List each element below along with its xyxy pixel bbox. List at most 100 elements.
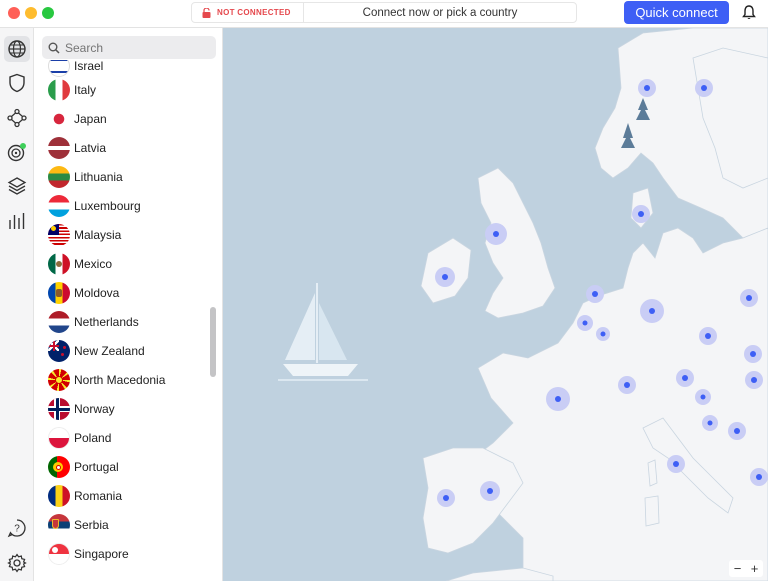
- country-row-latvia[interactable]: Latvia: [48, 134, 106, 162]
- country-row-serbia[interactable]: Serbia: [48, 511, 109, 539]
- country-name: Serbia: [74, 518, 109, 532]
- flag-portugal-icon: [48, 456, 70, 478]
- marker-croatia: [702, 415, 718, 431]
- flag-new-zealand-icon: [48, 340, 70, 362]
- marker-czech: [699, 327, 717, 345]
- marker-france: [546, 387, 570, 411]
- nav-split-tunneling[interactable]: [4, 173, 30, 199]
- marker-sweden: [695, 79, 713, 97]
- marker-germany: [640, 299, 664, 323]
- marker-austria: [676, 369, 694, 387]
- country-row-new-zealand[interactable]: New Zealand: [48, 337, 145, 365]
- country-row-poland[interactable]: Poland: [48, 424, 111, 452]
- nav-threat-protection[interactable]: [4, 70, 30, 96]
- marker-poland: [740, 289, 758, 307]
- country-list-panel: Israel Italy Japan Latvia Lithuania Luxe…: [34, 28, 223, 581]
- close-window-button[interactable]: [8, 7, 20, 19]
- marker-switzerland: [618, 376, 636, 394]
- globe-icon: [8, 40, 26, 58]
- country-name: Norway: [74, 402, 115, 416]
- country-name: Mexico: [74, 257, 113, 271]
- unlocked-icon: [202, 7, 211, 18]
- nav-statistics[interactable]: [4, 208, 30, 234]
- country-name: New Zealand: [74, 344, 145, 358]
- nav-countries[interactable]: [4, 36, 30, 62]
- country-row-mexico[interactable]: Mexico: [48, 250, 112, 278]
- settings-icon: [7, 553, 27, 573]
- country-row-north-macedonia[interactable]: North Macedonia: [48, 366, 165, 394]
- list-scrollbar[interactable]: [210, 307, 216, 377]
- layers-icon: [7, 177, 27, 195]
- stats-icon: [9, 213, 25, 229]
- flag-singapore-icon: [48, 543, 70, 565]
- country-name: Latvia: [74, 141, 107, 155]
- flag-norway-icon: [48, 398, 70, 420]
- marker-luxembourg: [596, 327, 610, 341]
- flag-luxembourg-icon: [48, 195, 70, 217]
- help-icon: ?: [7, 519, 26, 538]
- flag-japan-icon: [48, 108, 70, 130]
- nav-help[interactable]: ?: [4, 515, 30, 541]
- country-row-norway[interactable]: Norway: [48, 395, 115, 423]
- country-row-romania[interactable]: Romania: [48, 482, 122, 510]
- flag-north-macedonia-icon: [48, 369, 70, 391]
- nav-meshnet[interactable]: [4, 105, 30, 131]
- nav-rail: ?: [0, 28, 34, 581]
- shield-icon: [9, 73, 25, 93]
- country-name: Portugal: [74, 460, 119, 474]
- country-name: Malaysia: [74, 228, 122, 242]
- zoom-in-button[interactable]: +: [751, 561, 759, 576]
- flag-mexico-icon: [48, 253, 70, 275]
- zoom-out-button[interactable]: −: [734, 561, 742, 576]
- target-icon: [7, 143, 26, 162]
- flag-malaysia-icon: [48, 224, 70, 246]
- nav-dark-web-monitor[interactable]: [4, 139, 30, 165]
- flag-poland-icon: [48, 427, 70, 449]
- connection-status-bar[interactable]: NOT CONNECTED Connect now or pick a coun…: [191, 2, 577, 23]
- sailboat-decoration-icon: [278, 283, 368, 381]
- country-row-moldova[interactable]: Moldova: [48, 279, 119, 307]
- country-row-luxembourg[interactable]: Luxembourg: [48, 192, 141, 220]
- country-row-malaysia[interactable]: Malaysia: [48, 221, 121, 249]
- marker-netherlands: [586, 285, 604, 303]
- country-row-italy[interactable]: Italy: [48, 76, 96, 104]
- marker-slovakia: [744, 345, 762, 363]
- marker-uk: [485, 223, 507, 245]
- map-zoom-controls: − +: [729, 560, 763, 577]
- minimize-window-button[interactable]: [25, 7, 37, 19]
- country-name: Romania: [74, 489, 123, 503]
- flag-netherlands-icon: [48, 311, 70, 333]
- bell-icon[interactable]: [742, 5, 756, 21]
- country-row-japan[interactable]: Japan: [48, 105, 107, 133]
- country-name: Luxembourg: [74, 199, 141, 213]
- marker-serbia: [728, 422, 746, 440]
- search-input[interactable]: [65, 40, 205, 55]
- country-row-portugal[interactable]: Portugal: [48, 453, 119, 481]
- marker-hungary: [745, 371, 763, 389]
- flag-romania-icon: [48, 485, 70, 507]
- marker-belgium: [577, 315, 593, 331]
- country-name: Poland: [74, 431, 112, 445]
- marker-norway: [638, 79, 656, 97]
- marker-italy: [667, 455, 685, 473]
- country-name: Singapore: [74, 547, 129, 561]
- country-name: Japan: [74, 112, 107, 126]
- quick-connect-button[interactable]: Quick connect: [624, 1, 729, 24]
- maximize-window-button[interactable]: [42, 7, 54, 19]
- marker-spain: [480, 481, 500, 501]
- flag-italy-icon: [48, 79, 70, 101]
- meshnet-icon: [7, 108, 27, 128]
- country-name: Moldova: [74, 286, 120, 300]
- map-view[interactable]: [223, 28, 768, 581]
- country-row-singapore[interactable]: Singapore: [48, 540, 129, 568]
- country-row-netherlands[interactable]: Netherlands: [48, 308, 139, 336]
- search-box[interactable]: [42, 36, 216, 59]
- nav-settings[interactable]: [4, 550, 30, 576]
- country-row-lithuania[interactable]: Lithuania: [48, 163, 123, 191]
- marker-ireland: [435, 267, 455, 287]
- marker-denmark: [632, 205, 650, 223]
- title-bar: NOT CONNECTED Connect now or pick a coun…: [0, 0, 768, 28]
- marker-portugal: [437, 489, 455, 507]
- marker-slovenia: [695, 389, 711, 405]
- country-name: Israel: [74, 59, 104, 73]
